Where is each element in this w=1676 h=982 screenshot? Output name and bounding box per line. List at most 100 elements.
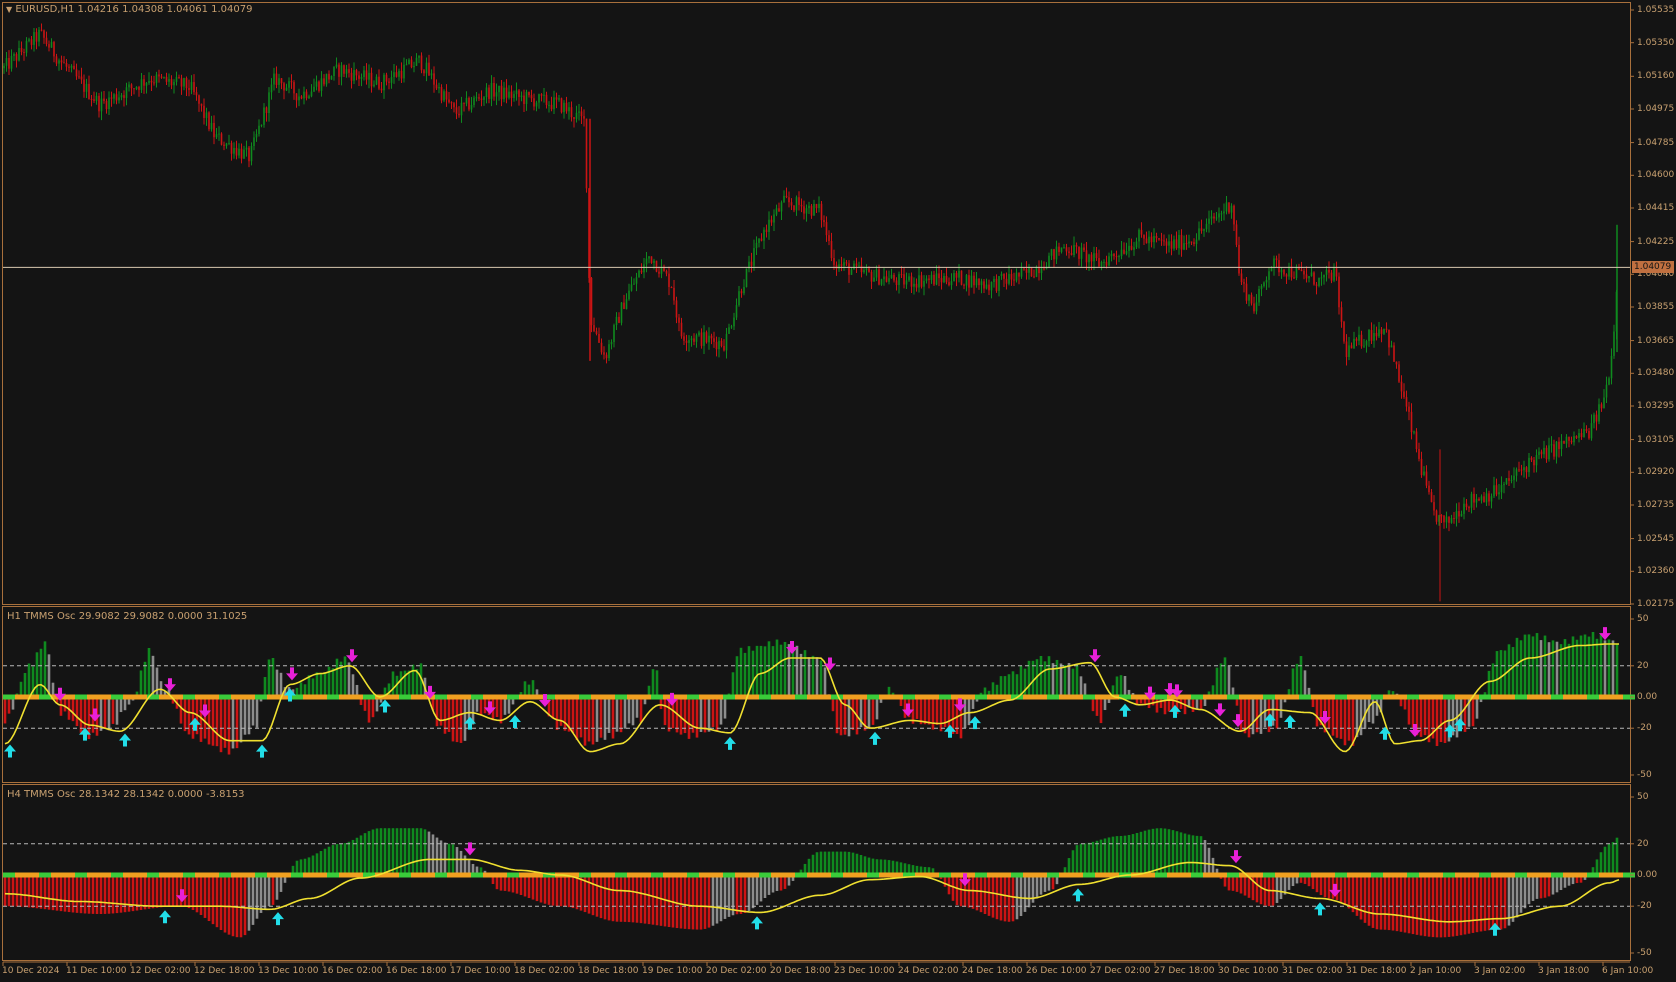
candle-body (1133, 247, 1135, 250)
osc2-bar (1179, 832, 1183, 875)
candle-body (353, 70, 355, 81)
candle-body (170, 79, 173, 86)
osc1-bar (731, 672, 735, 697)
candle-body (113, 94, 115, 99)
candle-body (953, 273, 955, 282)
chart-menu-icon[interactable]: ▼ (6, 5, 12, 14)
candle-body (1583, 429, 1585, 438)
osc2-bar (847, 851, 851, 875)
osc2-bar (231, 875, 235, 937)
osc1-bar (23, 672, 27, 697)
osc1-bar (1047, 656, 1051, 697)
candle-body (305, 91, 308, 99)
candle-body (255, 133, 258, 138)
osc2-bar (635, 875, 639, 923)
candle-body (290, 81, 293, 83)
osc1-bar (1423, 697, 1427, 736)
osc2-bar (407, 828, 411, 875)
osc1-zero-line (1383, 694, 1395, 700)
osc1-zero-line (975, 694, 987, 700)
candle-body (115, 94, 118, 101)
osc2-zero-line (1167, 872, 1179, 878)
osc1-bar (1343, 697, 1347, 746)
osc1-bar (495, 697, 499, 718)
candle-body (1568, 436, 1570, 441)
osc2-zero-line (1575, 872, 1587, 878)
price-tick-label: 1.02920 (1637, 467, 1675, 478)
candle-body (1023, 268, 1025, 270)
candle-body (875, 269, 878, 278)
candle-body (1045, 267, 1048, 270)
osc1-bar (1375, 697, 1379, 716)
candle-body (693, 338, 695, 342)
candle-body (673, 287, 675, 301)
candle-body (1008, 273, 1010, 284)
candle-body (545, 94, 548, 106)
osc1-bar (699, 697, 703, 732)
osc2-bar (519, 875, 523, 895)
osc2-bar (403, 828, 407, 875)
main-chart-title: ▼ EURUSD,H1 1.04216 1.04308 1.04061 1.04… (6, 4, 253, 15)
osc1-bar (599, 697, 603, 738)
osc2-zero-line (1083, 872, 1095, 878)
candle-body (1135, 241, 1138, 248)
osc1-bar (755, 645, 759, 697)
osc2-bar (1419, 875, 1423, 936)
osc2-zero-line (759, 872, 771, 878)
candle-body (530, 95, 533, 99)
osc1-zero-line (915, 694, 927, 700)
osc2-bar (459, 850, 463, 875)
osc2-bar (631, 875, 635, 923)
osc1-zero-line (819, 694, 831, 700)
time-tick-label: 31 Dec 18:00 (1346, 966, 1407, 976)
osc2-bar (759, 875, 763, 902)
osc2-zero-line (255, 872, 267, 878)
osc2-zero-line (855, 872, 867, 878)
candle-body (468, 97, 470, 110)
osc1-bar (651, 669, 655, 697)
time-tick-label: 3 Jan 02:00 (1474, 966, 1526, 976)
candle-body (928, 278, 930, 280)
candle-body (373, 84, 375, 87)
candle-body (623, 302, 625, 309)
candle-body (458, 113, 460, 116)
osc2-bar (1379, 875, 1383, 930)
candle-body (1550, 444, 1553, 446)
candle-body (1503, 484, 1505, 486)
osc1-bar (1099, 697, 1103, 724)
candle-body (90, 99, 93, 101)
candle-body (818, 203, 820, 209)
trading-chart[interactable] (0, 0, 1676, 982)
candle-body (1100, 262, 1103, 267)
candle-body (98, 95, 100, 112)
candle-body (505, 87, 508, 98)
osc2-zero-line (1071, 872, 1083, 878)
osc1-zero-line (747, 694, 759, 700)
candle-body (798, 197, 800, 205)
osc2-bar (423, 829, 427, 875)
osc1-bar (1123, 676, 1127, 697)
osc2-bar (859, 854, 863, 875)
candle-body (973, 275, 975, 286)
candle-body (145, 82, 148, 86)
candle-body (678, 317, 680, 323)
osc1-zero-line (207, 694, 219, 700)
osc2-bar (351, 839, 355, 875)
price-tick-label: 1.03295 (1637, 401, 1675, 411)
candle-body (1010, 273, 1013, 280)
osc2-bar (391, 828, 395, 875)
osc2-bar (263, 875, 267, 909)
osc1-bar (823, 667, 827, 697)
candle-body (268, 92, 270, 113)
time-tick-label: 27 Dec 18:00 (1154, 966, 1215, 976)
osc2-bar (1323, 875, 1327, 898)
osc2-bar (767, 875, 771, 895)
osc1-bar (711, 697, 715, 728)
osc2-bar (107, 875, 111, 914)
osc1-bar (151, 655, 155, 697)
osc1-zero-line (63, 694, 75, 700)
candle-body (890, 274, 893, 279)
candle-body (683, 336, 685, 341)
candle-body (515, 90, 518, 95)
candle-body (803, 206, 805, 214)
